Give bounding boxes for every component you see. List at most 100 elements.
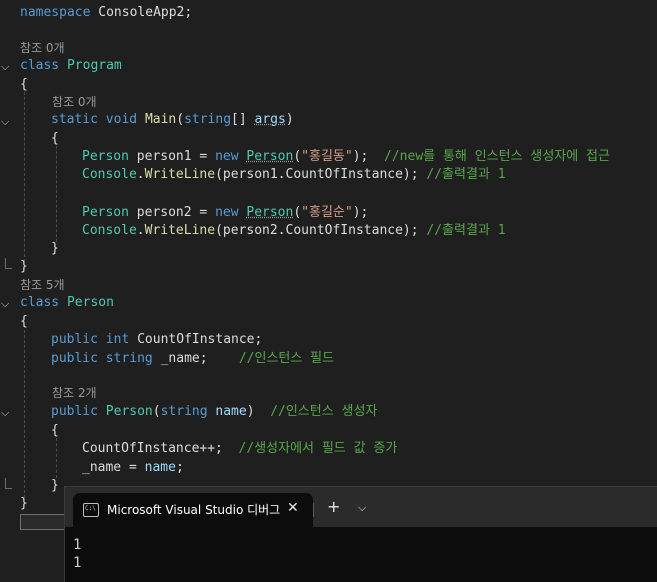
- code-line-class-program[interactable]: class Program: [20, 57, 122, 75]
- keyword: new: [215, 205, 239, 220]
- indent-guide: [56, 438, 57, 478]
- keyword: public: [51, 332, 98, 347]
- code-text: (: [152, 404, 161, 419]
- code-line-brace[interactable]: }: [20, 495, 28, 513]
- code-line-namespace[interactable]: namespace ConsoleApp2;: [20, 4, 192, 22]
- code-text: (: [293, 149, 302, 164]
- console-tab-bar: C:\ Microsoft Visual Studio 디버그 ✕ + ⌵: [65, 487, 657, 527]
- type-name: Person: [105, 404, 153, 419]
- keyword: public: [51, 404, 98, 419]
- codelens-references[interactable]: 참조 5개: [20, 277, 65, 293]
- fold-end-marker: [5, 258, 12, 269]
- code-text: []: [231, 112, 255, 127]
- codelens-references[interactable]: 참조 2개: [52, 385, 97, 401]
- horizontal-scrollbar[interactable]: [20, 514, 70, 530]
- code-text: {: [51, 423, 59, 438]
- code-text: (person2.CountOfInstance);: [215, 223, 427, 238]
- method-name: WriteLine: [144, 223, 216, 238]
- console-tab-title: Microsoft Visual Studio 디버그: [107, 503, 281, 517]
- code-text: .: [136, 223, 145, 238]
- console-tab[interactable]: C:\ Microsoft Visual Studio 디버그 ✕: [73, 493, 313, 527]
- type-name: Console: [82, 167, 137, 182]
- fold-toggle-icon[interactable]: ⌵: [1, 298, 13, 310]
- code-line-person1[interactable]: Person person1 = new Person("홍길동"); //ne…: [82, 148, 610, 166]
- class-name: Program: [66, 58, 122, 73]
- fold-toggle-icon[interactable]: ⌵: [1, 61, 13, 73]
- close-icon[interactable]: ✕: [287, 500, 299, 516]
- fold-toggle-icon[interactable]: ⌵: [1, 116, 13, 128]
- comment: //인스턴스 필드: [238, 351, 335, 366]
- code-line-name-assign[interactable]: _name = name;: [82, 459, 184, 477]
- code-text: (: [176, 112, 185, 127]
- code-text: }: [51, 478, 59, 493]
- debug-console-window[interactable]: C:\ Microsoft Visual Studio 디버그 ✕ + ⌵ 1 …: [64, 486, 657, 582]
- code-text: person1 =: [128, 149, 216, 164]
- code-line-brace[interactable]: {: [51, 422, 59, 440]
- code-line-name-field[interactable]: public string _name; //인스턴스 필드: [51, 350, 334, 368]
- code-line-brace[interactable]: }: [51, 240, 59, 258]
- chevron-down-icon[interactable]: ⌵: [358, 501, 366, 515]
- comment: //인스턴스 생성자: [270, 404, 378, 419]
- indent-guide: [56, 146, 57, 242]
- codelens-references[interactable]: 참조 0개: [20, 40, 65, 56]
- code-line-increment[interactable]: CountOfInstance++; //생성자에서 필드 값 증가: [82, 440, 397, 458]
- code-text: }: [20, 259, 28, 274]
- code-text: ): [246, 404, 271, 419]
- code-text: {: [20, 77, 28, 92]
- type-name: Console: [82, 223, 137, 238]
- code-line-count-field[interactable]: public int CountOfInstance;: [51, 331, 262, 349]
- method-name: WriteLine: [144, 167, 216, 182]
- code-text: ): [285, 112, 294, 127]
- terminal-icon: C:\: [83, 503, 99, 517]
- code-line-writeline1[interactable]: Console.WriteLine(person1.CountOfInstanc…: [82, 166, 506, 184]
- code-text: {: [20, 314, 28, 329]
- string-literal: "홍길동": [301, 149, 353, 164]
- parameter-name: name: [215, 404, 247, 419]
- keyword: int: [105, 332, 130, 347]
- console-output-line: 1: [73, 537, 82, 553]
- code-text: .: [136, 167, 145, 182]
- code-text: );: [352, 205, 369, 220]
- code-line-person2[interactable]: Person person2 = new Person("홍길순");: [82, 204, 368, 222]
- type-name: Person: [82, 149, 129, 164]
- code-line-brace[interactable]: }: [51, 477, 59, 495]
- code-line-brace[interactable]: {: [20, 313, 28, 331]
- code-text: (: [293, 205, 302, 220]
- code-line-constructor[interactable]: public Person(string name) //인스턴스 생성자: [51, 403, 377, 421]
- codelens-references[interactable]: 참조 0개: [52, 94, 97, 110]
- code-line-writeline2[interactable]: Console.WriteLine(person2.CountOfInstanc…: [82, 222, 506, 240]
- code-text: person2 =: [128, 205, 216, 220]
- namespace-name: ConsoleApp2;: [98, 5, 193, 20]
- code-line-brace[interactable]: }: [20, 258, 28, 276]
- keyword: namespace: [20, 5, 91, 20]
- code-text: ;: [175, 460, 184, 475]
- parameter-name: args: [254, 112, 286, 127]
- fold-toggle-icon[interactable]: ⌵: [1, 407, 13, 419]
- type-name: Person: [246, 149, 294, 164]
- tab-divider: [313, 503, 314, 517]
- keyword: string: [184, 112, 232, 127]
- code-line-class-person[interactable]: class Person: [20, 294, 114, 312]
- keyword: new: [215, 149, 239, 164]
- keyword: class: [20, 295, 60, 310]
- keyword: void: [105, 112, 138, 127]
- string-literal: "홍길순": [301, 205, 353, 220]
- new-tab-button[interactable]: +: [327, 499, 340, 515]
- keyword: public: [51, 351, 98, 366]
- parameter-name: name: [144, 460, 176, 475]
- keyword: static: [51, 112, 98, 127]
- code-text: _name;: [152, 351, 239, 366]
- comment: //출력결과 1: [426, 167, 506, 182]
- type-name: Person: [246, 205, 294, 220]
- code-text: (person1.CountOfInstance);: [215, 167, 427, 182]
- code-line-main[interactable]: static void Main(string[] args): [51, 111, 294, 129]
- class-name: Person: [66, 295, 114, 310]
- code-line-brace[interactable]: {: [51, 130, 59, 148]
- fold-end-marker: [5, 478, 12, 489]
- code-line-brace[interactable]: {: [20, 76, 28, 94]
